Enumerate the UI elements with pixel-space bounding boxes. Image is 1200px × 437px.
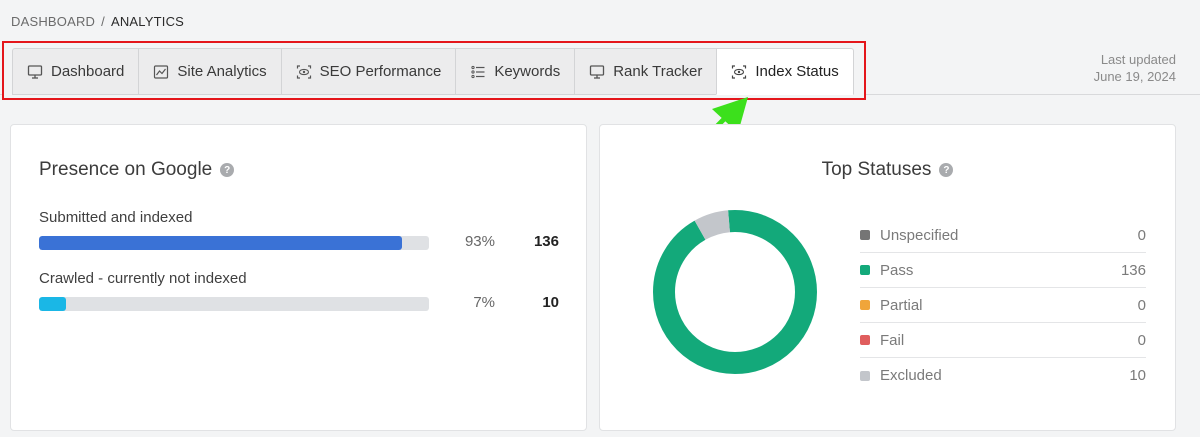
- legend-item-excluded: Excluded 10: [860, 358, 1146, 393]
- tab-label: Rank Tracker: [613, 63, 703, 80]
- legend-swatch: [860, 335, 870, 345]
- breadcrumb: DASHBOARD / ANALYTICS: [11, 14, 184, 29]
- donut-segment-pass: [653, 210, 817, 374]
- tab-bar: Dashboard Site Analytics SEO Performance…: [12, 48, 854, 95]
- status-donut-chart: [653, 210, 817, 374]
- top-statuses-title-text: Top Statuses: [821, 159, 932, 180]
- top-statuses-card: Top Statuses ? Unspecified 0 Pass 136 Pa…: [599, 124, 1176, 431]
- legend-value: 0: [1137, 226, 1146, 244]
- status-legend: Unspecified 0 Pass 136 Partial 0 Fail 0 …: [860, 218, 1146, 393]
- legend-name: Unspecified: [880, 226, 959, 244]
- tab-label: Dashboard: [51, 63, 125, 80]
- progress-bar: [39, 297, 429, 311]
- metric-crawled-not-indexed: Crawled - currently not indexed 7% 10: [39, 270, 569, 311]
- progress-bar: [39, 236, 429, 250]
- presence-title: Presence on Google ?: [39, 159, 235, 181]
- metric-percent: 7%: [473, 294, 495, 311]
- metric-percent: 93%: [464, 233, 495, 250]
- tab-seo-performance[interactable]: SEO Performance: [280, 48, 456, 95]
- legend-swatch: [860, 265, 870, 275]
- legend-item-partial: Partial 0: [860, 288, 1146, 323]
- tab-label: SEO Performance: [319, 63, 442, 80]
- legend-name: Partial: [880, 296, 923, 314]
- metric-label: Submitted and indexed: [39, 209, 193, 226]
- legend-value: 10: [1129, 367, 1146, 384]
- legend-value: 0: [1137, 296, 1146, 314]
- legend-item-unspecified: Unspecified 0: [860, 218, 1146, 253]
- tab-label: Index Status: [755, 63, 839, 80]
- metric-label: Crawled - currently not indexed: [39, 270, 247, 287]
- legend-value: 136: [1120, 261, 1146, 279]
- tab-label: Site Analytics: [177, 63, 267, 80]
- breadcrumb-current: ANALYTICS: [110, 14, 185, 29]
- monitor-icon: [27, 64, 43, 80]
- top-statuses-title: Top Statuses ?: [600, 159, 1175, 181]
- presence-card: Presence on Google ? Submitted and index…: [10, 124, 587, 431]
- tab-rank-tracker[interactable]: Rank Tracker: [574, 48, 717, 95]
- metric-count: 10: [542, 294, 559, 311]
- legend-name: Pass: [880, 261, 914, 279]
- tab-index-status[interactable]: Index Status: [716, 48, 854, 95]
- progress-fill: [39, 297, 67, 311]
- metric-submitted-indexed: Submitted and indexed 93% 136: [39, 209, 569, 250]
- legend-item-fail: Fail 0: [860, 323, 1146, 358]
- tab-keywords[interactable]: Keywords: [455, 48, 575, 95]
- monitor-icon: [589, 64, 605, 80]
- legend-name: Excluded: [880, 367, 942, 384]
- metric-count: 136: [533, 233, 559, 250]
- legend-item-pass: Pass 136: [860, 253, 1146, 288]
- presence-title-text: Presence on Google: [39, 159, 213, 180]
- breadcrumb-root[interactable]: DASHBOARD: [11, 14, 95, 29]
- help-icon[interactable]: ?: [939, 163, 954, 177]
- last-updated-label: Last updated: [1100, 52, 1176, 67]
- last-updated: Last updated June 19, 2024: [1094, 51, 1176, 85]
- tab-label: Keywords: [494, 63, 561, 80]
- line-chart-icon: [153, 64, 169, 80]
- eye-scan-icon: [731, 64, 747, 80]
- breadcrumb-separator: /: [101, 14, 105, 29]
- legend-swatch: [860, 370, 870, 381]
- progress-fill: [39, 236, 402, 250]
- legend-name: Fail: [880, 331, 905, 349]
- help-icon[interactable]: ?: [220, 163, 235, 177]
- tab-site-analytics[interactable]: Site Analytics: [138, 48, 281, 95]
- tab-dashboard[interactable]: Dashboard: [12, 48, 139, 95]
- eye-scan-icon: [296, 64, 312, 80]
- legend-value: 0: [1137, 331, 1146, 349]
- legend-swatch: [860, 300, 870, 310]
- last-updated-date: June 19, 2024: [1093, 69, 1176, 84]
- list-icon: [470, 64, 486, 80]
- legend-swatch: [860, 230, 870, 240]
